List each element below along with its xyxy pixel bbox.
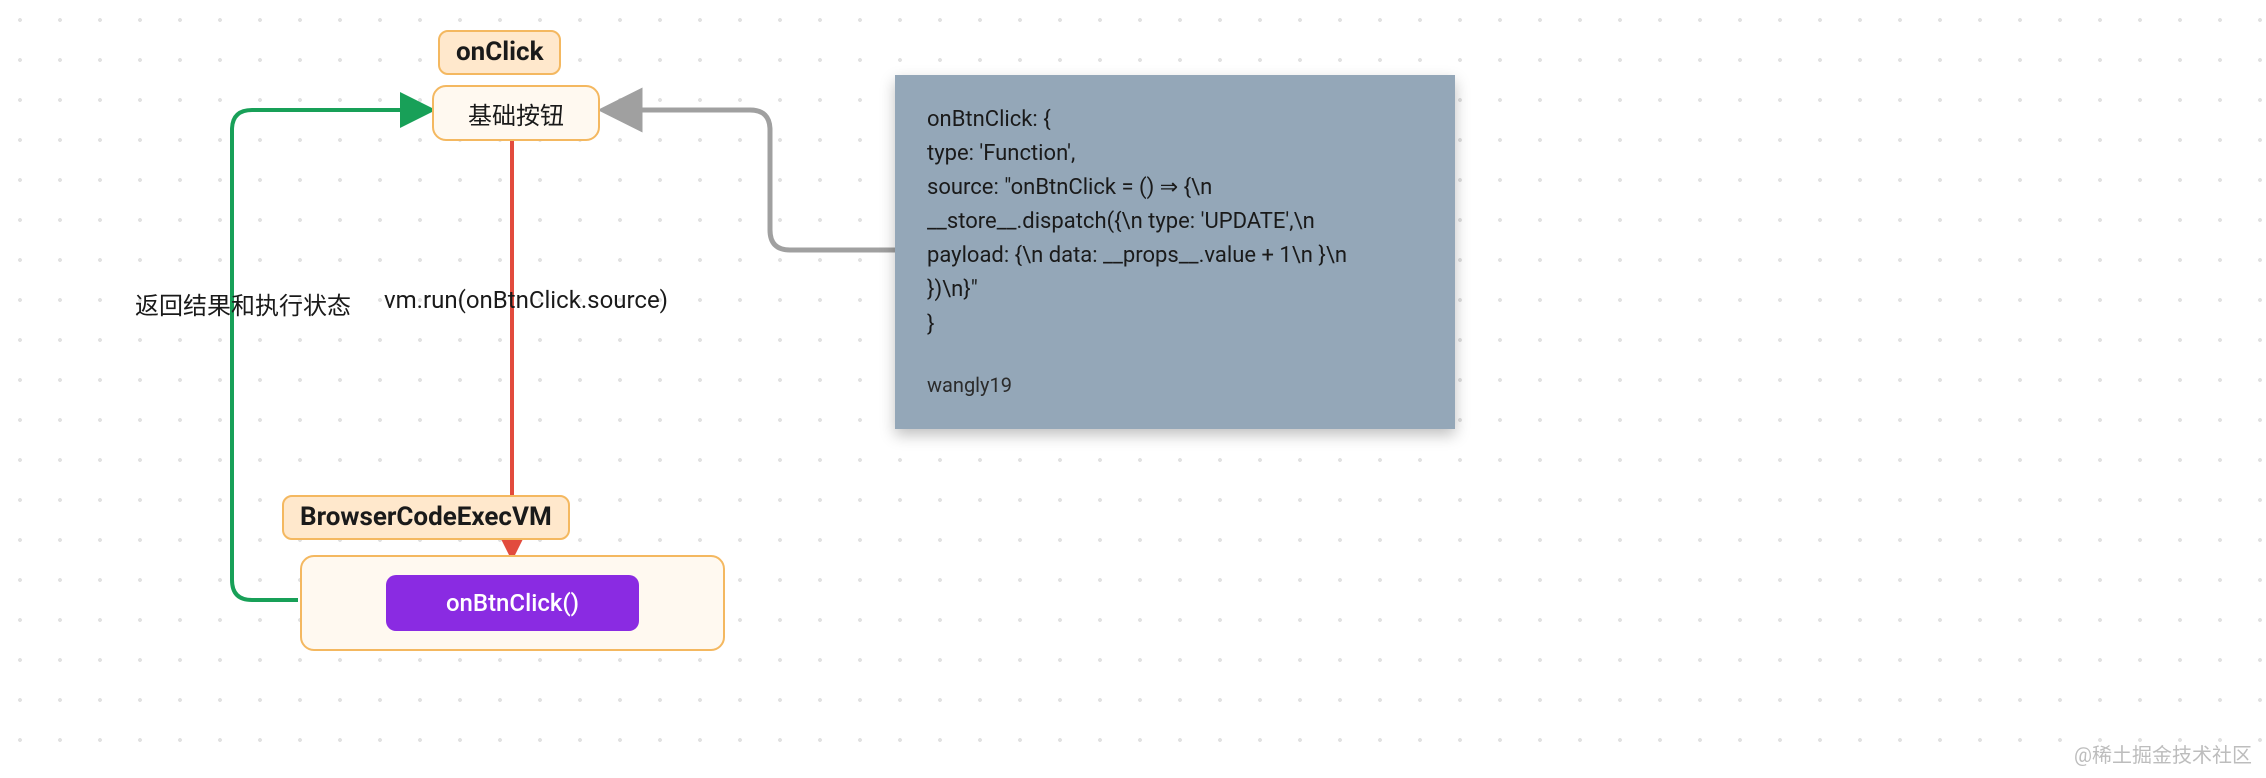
edge-run-label: vm.run(onBtnClick.source) [384,286,668,314]
onclick-badge: onClick [438,30,561,75]
vm-badge: BrowserCodeExecVM [282,495,570,540]
code-line: })\n}" [927,273,1423,307]
code-author: wangly19 [927,370,1423,401]
code-line: onBtnClick: { [927,103,1423,137]
base-button-node: 基础按钮 [432,85,600,141]
code-line: payload: {\n data: __props__.value + 1\n… [927,239,1423,273]
code-line: type: 'Function', [927,137,1423,171]
edge-source [605,110,895,250]
code-line: } [927,308,1423,342]
diagram-canvas: onClick 基础按钮 BrowserCodeExecVM onBtnClic… [0,0,2266,778]
vm-node: onBtnClick() [300,555,725,651]
code-line: __store__.dispatch({\n type: 'UPDATE',\n [927,205,1423,239]
code-card: onBtnClick: { type: 'Function', source: … [895,75,1455,429]
code-line: source: "onBtnClick = () ⇒ {\n [927,171,1423,205]
onbtnclick-invoke: onBtnClick() [386,575,639,631]
edge-return-label: 返回结果和执行状态 [135,286,355,321]
watermark: @稀土掘金技术社区 [2074,739,2252,768]
